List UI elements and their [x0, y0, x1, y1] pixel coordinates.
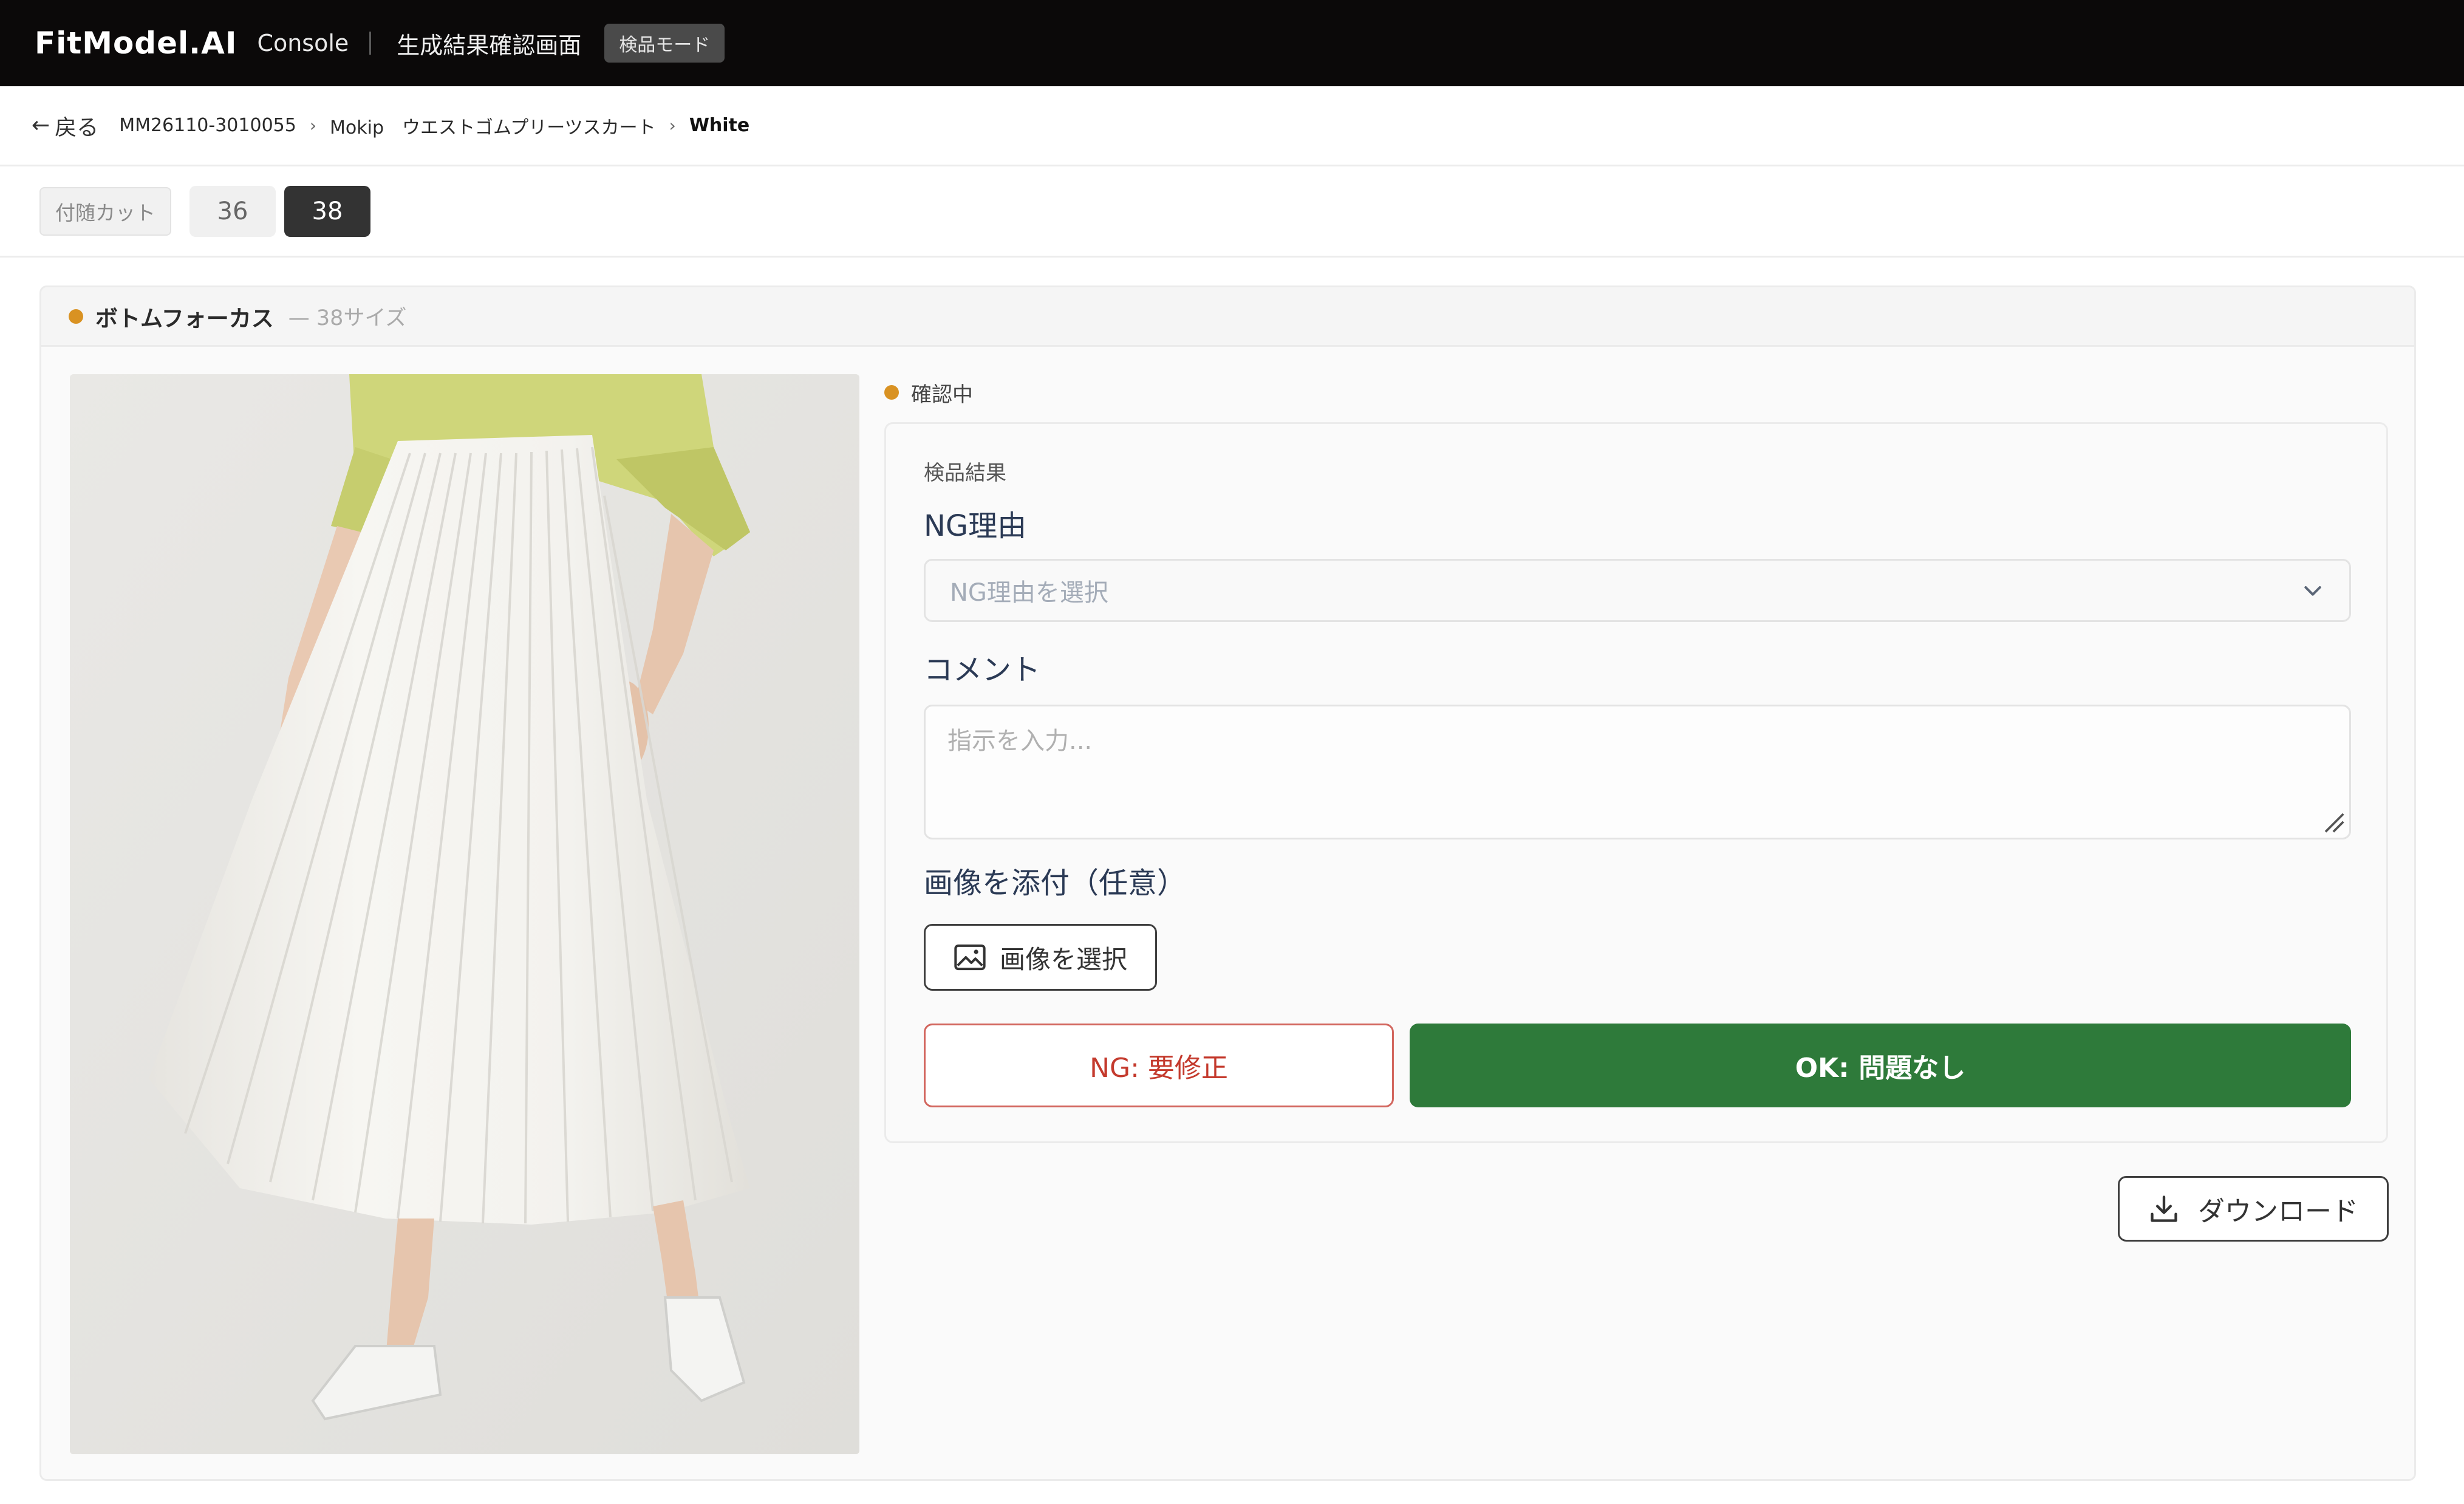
- back-label: 戻る: [55, 115, 99, 140]
- breadcrumb: ← 戻る MM26110-3010055 › Mokip ウエストゴムプリーツス…: [0, 86, 2464, 166]
- status-dot: [884, 385, 899, 400]
- ok-button[interactable]: OK: 問題なし: [1410, 1024, 2351, 1107]
- breadcrumb-product-name[interactable]: Mokip ウエストゴムプリーツスカート: [330, 112, 656, 139]
- comment-field[interactable]: 指示を入力...: [924, 705, 2351, 839]
- breadcrumb-chevron-icon: ›: [669, 115, 676, 135]
- mode-badge: 検品モード: [604, 24, 725, 63]
- accompanying-cut-label: 付随カット: [39, 186, 171, 236]
- ok-button-label: OK: 問題なし: [1795, 1053, 1966, 1084]
- card-title: ボトムフォーカス: [95, 305, 274, 332]
- breadcrumb-color: White: [689, 115, 750, 136]
- image-icon: [954, 944, 986, 971]
- ng-reason-placeholder: NG理由を選択: [950, 579, 1108, 607]
- download-button[interactable]: ダウンロード: [2118, 1176, 2389, 1242]
- select-image-label: 画像を選択: [999, 944, 1127, 974]
- size-tabs: 付随カット 36 38: [0, 166, 2464, 258]
- review-status: 確認中: [884, 374, 973, 411]
- status-dot: [69, 309, 83, 324]
- comment-placeholder: 指示を入力...: [947, 727, 1093, 755]
- ng-button-label: NG: 要修正: [1090, 1053, 1228, 1084]
- breadcrumb-product-code[interactable]: MM26110-3010055: [119, 115, 296, 136]
- tab-size-38[interactable]: 38: [284, 185, 370, 237]
- inspection-panel: 検品結果 NG理由 NG理由を選択 コメント 指示を入力... 画像を添付（任意…: [884, 422, 2388, 1143]
- header-divider: [369, 32, 372, 55]
- card-header: ボトムフォーカス — 38サイズ: [41, 287, 2414, 347]
- download-label: ダウンロード: [2198, 1196, 2358, 1227]
- generated-image[interactable]: [70, 374, 859, 1454]
- back-button[interactable]: ← 戻る: [32, 110, 98, 142]
- ng-button[interactable]: NG: 要修正: [924, 1024, 1394, 1107]
- tab-size-36[interactable]: 36: [189, 185, 276, 237]
- app-header: FitModel.AI Console 生成結果確認画面 検品モード: [0, 0, 2464, 86]
- ng-reason-select[interactable]: NG理由を選択: [924, 559, 2351, 622]
- arrow-left-icon: ←: [32, 113, 50, 138]
- result-card: ボトムフォーカス — 38サイズ 確認中 検品結果 NG理由 NG理由を選択 コ…: [39, 285, 2416, 1481]
- chevron-down-icon: [2304, 586, 2321, 596]
- model-photo-illustration: [70, 374, 859, 1454]
- screen-title: 生成結果確認画面: [397, 32, 582, 59]
- comment-title: コメント: [924, 653, 1041, 687]
- breadcrumb-chevron-icon: ›: [309, 115, 317, 135]
- card-subtitle: — 38サイズ: [288, 306, 407, 330]
- select-image-button[interactable]: 画像を選択: [924, 924, 1157, 991]
- attach-title: 画像を添付（任意）: [924, 866, 1187, 900]
- ng-reason-title: NG理由: [924, 509, 1027, 543]
- status-text: 確認中: [911, 382, 973, 407]
- resize-grip-icon[interactable]: [2319, 807, 2346, 834]
- brand-logo[interactable]: FitModel.AI: [35, 26, 237, 61]
- download-icon: [2151, 1195, 2177, 1222]
- console-label: Console: [257, 30, 349, 56]
- section-label: 検品結果: [924, 461, 1006, 485]
